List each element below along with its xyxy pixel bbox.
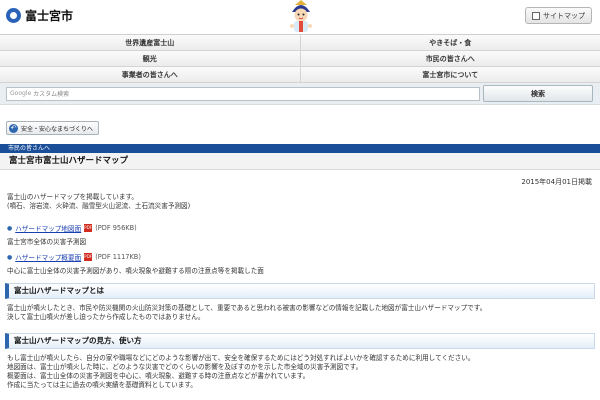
back-arrow-icon: ↶ (9, 123, 18, 133)
global-nav: 世界遺産富士山 やきそば・食 観光 市民の皆さんへ 事業者の皆さんへ 富士宮市に… (0, 34, 600, 83)
bullet-icon: ● (7, 224, 13, 232)
hazard-map-link[interactable]: ハザードマップ地図面 (15, 223, 81, 233)
intro-text: 富士山のハザードマップを掲載しています。 (噴石、溶岩流、火砕流、融雪型火山泥流… (7, 193, 190, 211)
search-bar: Google カスタム検索 検索 (0, 83, 600, 105)
site-header: 富士宮市 サイトマップ (0, 0, 600, 34)
site-logo[interactable]: 富士宮市 (6, 7, 73, 24)
title-band: 富士宮市富士山ハザードマップ (0, 153, 600, 170)
section-body: もし富士山が噴火したら、自分の家や職場などにどのような影響が出て、安全を確保する… (7, 354, 595, 390)
sitemap-icon (532, 11, 540, 20)
paragraph-line: 決して富士山噴火が差し迫ったから作成したものではありません。 (7, 313, 205, 321)
sitemap-label: サイトマップ (543, 11, 585, 20)
intro-line: (噴石、溶岩流、火砕流、融雪型火山泥流、土石流災害予測図) (7, 202, 191, 210)
paragraph-line: 地図面は、富士山が噴火した時に、どのような災害でどのくらいの影響を及ぼすのかを示… (7, 363, 363, 371)
logo-text: 富士宮市 (25, 9, 74, 23)
nav-item-about-city[interactable]: 富士宮市について (299, 67, 600, 82)
paragraph-line: 富士山が噴火したとき、市民や防災機関の火山防災対策の基礎として、重要であると思わ… (7, 304, 487, 312)
nav-item-citizens[interactable]: 市民の皆さんへ (299, 51, 600, 66)
search-placeholder: カスタム検索 (33, 91, 70, 98)
back-button-label: 安全・安心なまちづくりへ (21, 125, 94, 133)
pdf-row: ● ハザードマップ地図面 PDF (PDF 956KB) (7, 223, 137, 233)
section-heading: 富士山ハザードマップとは (5, 283, 595, 299)
intro-line: 富士山のハザードマップを掲載しています。 (7, 193, 139, 201)
pdf-icon: PDF (84, 253, 93, 261)
pdf-row: ● ハザードマップ概要面 PDF (PDF 1117KB) (7, 252, 141, 262)
nav-item-world-heritage[interactable]: 世界遺産富士山 (0, 35, 300, 50)
nav-row: 事業者の皆さんへ 富士宮市について (0, 67, 600, 83)
paragraph-line: 作成に当たっては主に過去の噴火実績を基礎資料としています。 (7, 381, 197, 389)
nav-row: 観光 市民の皆さんへ (0, 51, 600, 67)
search-input[interactable]: Google カスタム検索 (6, 86, 480, 101)
pdf-icon: PDF (84, 224, 93, 232)
back-to-safety-button[interactable]: ↶ 安全・安心なまちづくりへ (6, 121, 100, 135)
search-button[interactable]: 検索 (483, 85, 593, 102)
breadcrumb[interactable]: 市民の皆さんへ (0, 144, 600, 153)
nav-item-tourism[interactable]: 観光 (0, 51, 300, 66)
nav-item-businesses[interactable]: 事業者の皆さんへ (0, 67, 300, 82)
sitemap-button[interactable]: サイトマップ (525, 7, 592, 24)
paragraph-line: 概要面は、富士山全体の災害予測図を中心に、噴火現象、避難する時の注意点などが書か… (7, 372, 310, 380)
bullet-icon: ● (7, 253, 13, 261)
paragraph-line: もし富士山が噴火したら、自分の家や職場などにどのような影響が出て、安全を確保する… (7, 354, 475, 362)
nav-row: 世界遺産富士山 やきそば・食 (0, 35, 600, 51)
mascot-icon (290, 0, 312, 32)
section-body: 富士山が噴火したとき、市民や防災機関の火山防災対策の基礎として、重要であると思わ… (7, 304, 595, 322)
hazard-map-overview-link[interactable]: ハザードマップ概要面 (15, 252, 81, 262)
google-label: Google (10, 90, 32, 97)
publish-date: 2015年04月01日掲載 (521, 178, 592, 186)
city-emblem-icon (6, 8, 21, 23)
nav-item-yakisoba[interactable]: やきそば・食 (299, 35, 600, 50)
file-size: (PDF 1117KB) (95, 253, 141, 261)
pdf-description: 中心に富士山全体の災害予測図があり、噴火現象や避難する際の注意点等を掲載した面 (7, 267, 264, 275)
file-size: (PDF 956KB) (95, 224, 137, 232)
page-title: 富士宮市富士山ハザードマップ (9, 156, 129, 166)
section-heading: 富士山ハザードマップの見方、使い方 (5, 333, 595, 349)
pdf-description: 富士宮市全体の災害予測図 (7, 238, 87, 246)
